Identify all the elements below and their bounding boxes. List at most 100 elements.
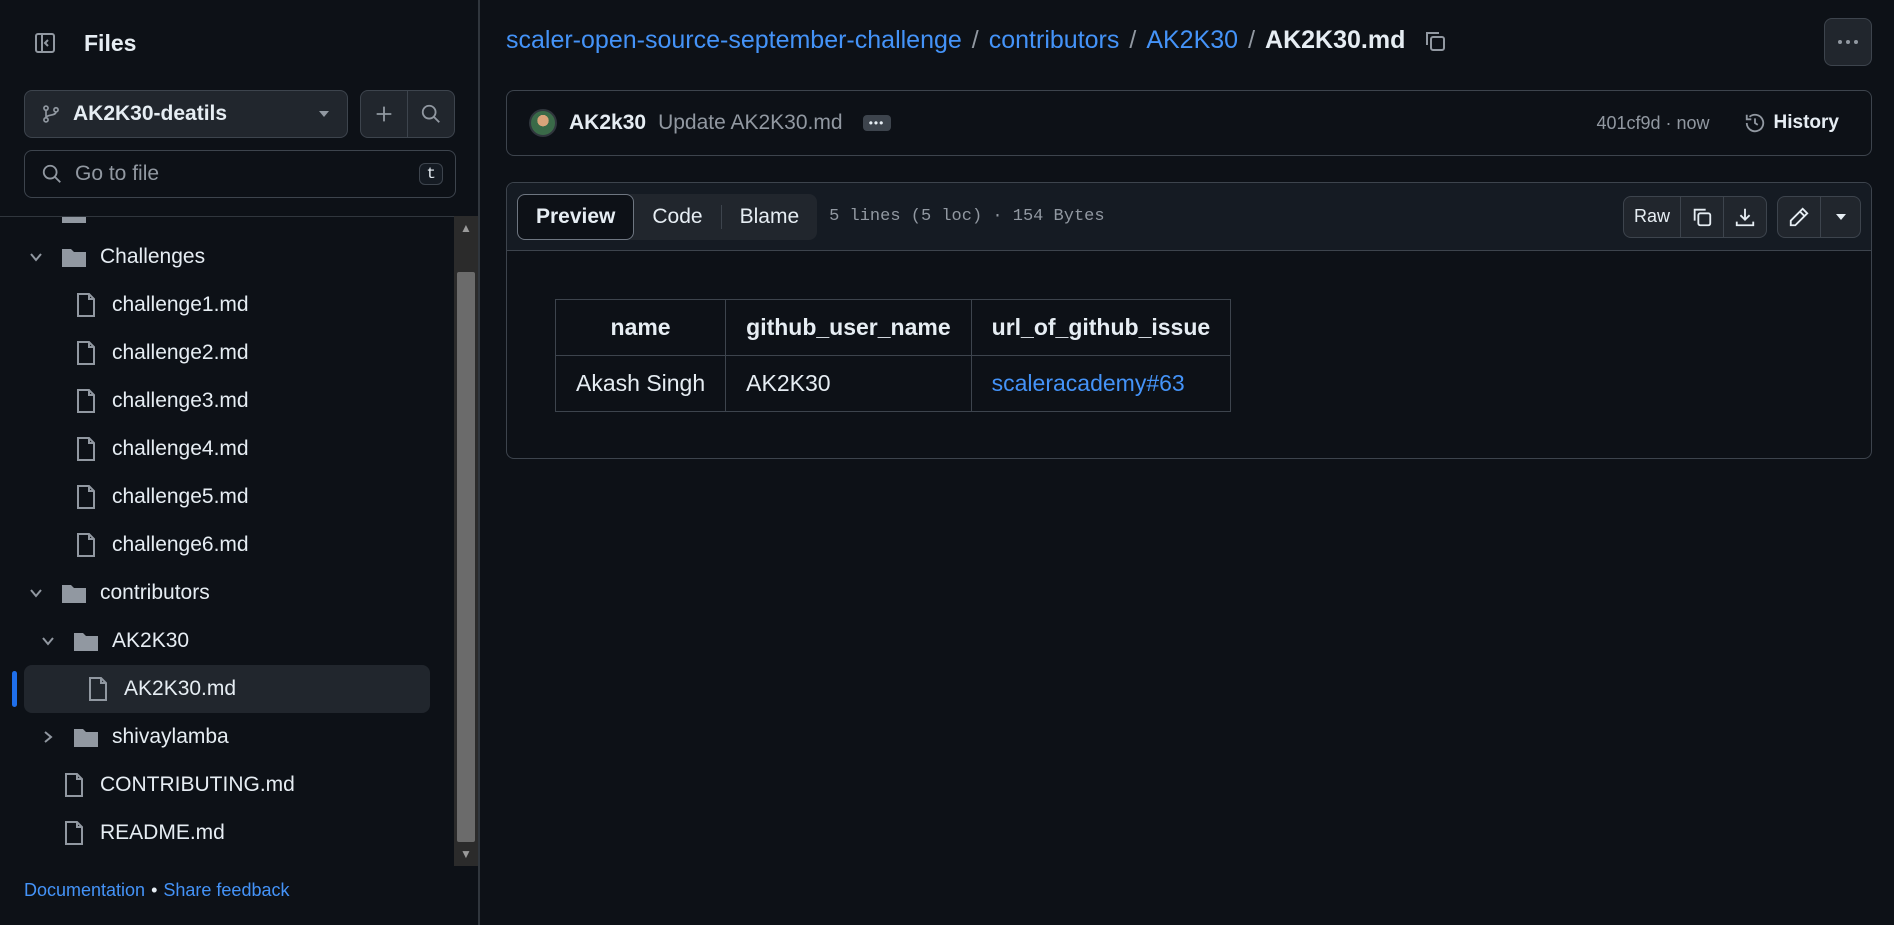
tree-item-label: AK2K30 bbox=[112, 629, 190, 652]
tree-item-label: challenge5.md bbox=[112, 485, 249, 508]
commit-author-link[interactable]: AK2k30 bbox=[569, 111, 646, 135]
expand-commit-message-button[interactable]: ••• bbox=[862, 115, 891, 131]
more-options-button[interactable] bbox=[1824, 18, 1872, 66]
tree-file-contributing[interactable]: CONTRIBUTING.md bbox=[60, 761, 295, 809]
file-icon bbox=[72, 533, 100, 557]
kebab-horizontal-icon bbox=[1838, 40, 1858, 44]
folder-icon bbox=[72, 726, 100, 748]
raw-button[interactable]: Raw bbox=[1624, 197, 1680, 237]
tab-blame[interactable]: Blame bbox=[722, 194, 818, 240]
file-meta: 5 lines (5 loc) · 154 Bytes bbox=[829, 207, 1105, 226]
copy-icon bbox=[1426, 31, 1446, 51]
tree-item-label: contributors bbox=[100, 581, 210, 604]
collapse-sidebar-button[interactable] bbox=[24, 22, 66, 64]
avatar[interactable] bbox=[529, 109, 557, 137]
tree-file-ak2k30-md[interactable]: AK2K30.md bbox=[24, 665, 430, 713]
tree-file-challenge3[interactable]: challenge3.md bbox=[72, 377, 249, 425]
footer-separator: • bbox=[151, 880, 158, 900]
edit-file-button[interactable] bbox=[1778, 197, 1820, 237]
table-header: github_user_name bbox=[725, 299, 972, 356]
breadcrumb: scaler-open-source-september-challenge /… bbox=[506, 26, 1447, 55]
breadcrumb-current-file: AK2K30.md bbox=[1265, 26, 1406, 54]
tree-folder-shivaylamba[interactable]: shivaylamba bbox=[36, 713, 229, 761]
tree-folder-ak2k30[interactable]: AK2K30 bbox=[36, 617, 189, 665]
tree-folder-challenges[interactable]: Challenges bbox=[24, 233, 205, 281]
tree-scrollbar[interactable]: ▲ ▼ bbox=[454, 216, 478, 866]
add-file-button[interactable] bbox=[361, 91, 407, 137]
tree-item-label: challenge4.md bbox=[112, 437, 249, 460]
shortcut-key: t bbox=[419, 163, 443, 185]
file-content-box: Preview Code Blame 5 lines (5 loc) · 154… bbox=[506, 182, 1872, 459]
file-header: Preview Code Blame 5 lines (5 loc) · 154… bbox=[507, 183, 1871, 251]
git-branch-icon bbox=[43, 105, 59, 123]
view-mode-tabs: Preview Code Blame bbox=[517, 193, 818, 240]
tree-item-label: AK2K30.md bbox=[124, 677, 237, 700]
breadcrumb-separator: / bbox=[971, 26, 979, 54]
tab-preview[interactable]: Preview bbox=[517, 193, 635, 240]
issue-link[interactable]: scaleracademy#63 bbox=[970, 355, 1232, 412]
download-button[interactable] bbox=[1723, 196, 1766, 237]
scroll-up-arrow-icon[interactable]: ▲ bbox=[454, 218, 478, 238]
file-icon bbox=[72, 485, 100, 509]
chevron-down-icon bbox=[24, 586, 48, 600]
tree-item-label: challenge2.md bbox=[112, 341, 249, 364]
breadcrumb-repo-link[interactable]: scaler-open-source-september-challenge bbox=[506, 26, 962, 55]
sidebar-footer: Documentation • Share feedback bbox=[24, 880, 289, 901]
file-icon bbox=[72, 437, 100, 461]
tree-file-challenge5[interactable]: challenge5.md bbox=[72, 473, 249, 521]
triangle-down-icon bbox=[319, 111, 329, 117]
table-cell: AK2K30 bbox=[725, 355, 972, 412]
breadcrumb-ak2k30-link[interactable]: AK2K30 bbox=[1146, 26, 1238, 55]
tree-file-challenge4[interactable]: challenge4.md bbox=[72, 425, 249, 473]
chevron-down-icon bbox=[24, 250, 48, 264]
tree-file-challenge1[interactable]: challenge1.md bbox=[72, 281, 249, 329]
search-icon bbox=[42, 164, 61, 183]
folder-icon bbox=[60, 246, 88, 268]
commit-message-link[interactable]: Update AK2K30.md bbox=[658, 111, 842, 135]
plus-icon bbox=[376, 106, 392, 122]
edit-options-button[interactable] bbox=[1820, 196, 1860, 237]
tree-file-challenge2[interactable]: challenge2.md bbox=[72, 329, 249, 377]
table-header: name bbox=[554, 299, 727, 356]
file-icon bbox=[72, 341, 100, 365]
folder-icon bbox=[60, 582, 88, 604]
copy-path-button[interactable] bbox=[1423, 29, 1447, 53]
breadcrumb-contributors-link[interactable]: contributors bbox=[989, 26, 1120, 55]
history-label: History bbox=[1773, 112, 1839, 133]
share-feedback-link[interactable]: Share feedback bbox=[163, 880, 289, 900]
scroll-thumb[interactable] bbox=[457, 272, 475, 842]
tree-file-challenge6[interactable]: challenge6.md bbox=[72, 521, 249, 569]
file-icon bbox=[60, 773, 88, 797]
file-icon bbox=[60, 821, 88, 845]
file-icon bbox=[84, 677, 112, 701]
scroll-down-arrow-icon[interactable]: ▼ bbox=[454, 844, 478, 864]
breadcrumb-separator: / bbox=[1129, 26, 1137, 54]
chevron-down-icon bbox=[36, 634, 60, 648]
file-icon bbox=[72, 293, 100, 317]
search-files-button[interactable] bbox=[408, 91, 454, 137]
tree-item-label: CONTRIBUTING.md bbox=[100, 773, 295, 796]
folder-icon bbox=[60, 217, 88, 224]
go-to-file-input[interactable] bbox=[75, 162, 408, 186]
table-header: url_of_github_issue bbox=[970, 299, 1232, 356]
file-icon bbox=[72, 389, 100, 413]
file-view: scaler-open-source-september-challenge /… bbox=[482, 0, 1894, 925]
branch-selector[interactable]: AK2K30-deatils bbox=[24, 90, 348, 138]
documentation-link[interactable]: Documentation bbox=[24, 880, 145, 900]
copy-raw-button[interactable] bbox=[1680, 196, 1723, 237]
file-tree-sidebar: Files AK2K30-deatils t bbox=[0, 0, 480, 925]
tab-code[interactable]: Code bbox=[634, 194, 720, 240]
tree-file-readme[interactable]: README.md bbox=[60, 809, 225, 857]
download-icon bbox=[1735, 208, 1755, 226]
tree-item-label: challenge1.md bbox=[112, 293, 249, 316]
tree-item-label: Challenges bbox=[100, 245, 206, 268]
markdown-preview: name github_user_name url_of_github_issu… bbox=[507, 251, 1871, 458]
tree-folder-contributors[interactable]: contributors bbox=[24, 569, 210, 617]
commit-sha-time[interactable]: 401cf9d · now bbox=[1596, 113, 1709, 134]
file-tree: Challenges challenge1.md challenge2.md c… bbox=[0, 216, 478, 866]
search-icon bbox=[421, 104, 440, 123]
history-button[interactable]: History bbox=[1734, 106, 1849, 140]
markdown-table: name github_user_name url_of_github_issu… bbox=[554, 299, 1232, 412]
latest-commit-bar: AK2k30 Update AK2K30.md ••• 401cf9d · no… bbox=[506, 90, 1872, 156]
go-to-file-field[interactable]: t bbox=[24, 150, 456, 198]
